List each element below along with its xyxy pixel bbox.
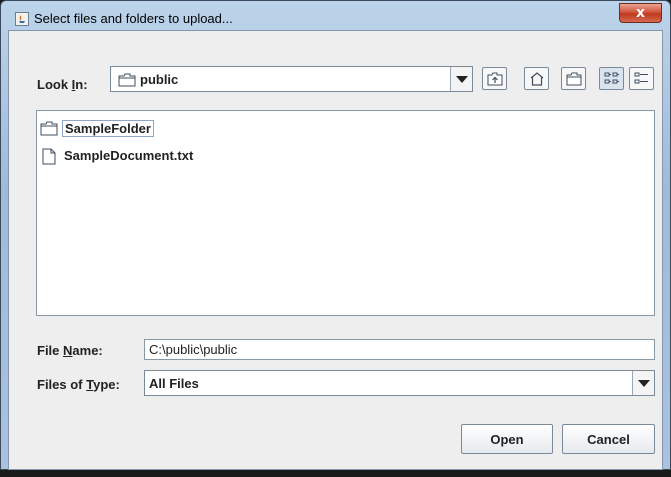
open-button[interactable]: Open <box>461 424 553 454</box>
file-list[interactable]: SampleFolder SampleDocument.txt <box>36 110 655 316</box>
file-type-label: Files of Type: <box>37 377 120 392</box>
look-in-value: public <box>140 72 179 87</box>
list-item-label: SampleDocument.txt <box>64 148 194 163</box>
file-name-label: File Name: <box>37 343 103 358</box>
look-in-combo[interactable]: public <box>110 66 473 92</box>
chevron-down-icon <box>456 76 468 83</box>
details-view-icon <box>634 72 648 84</box>
cancel-button[interactable]: Cancel <box>562 424 655 454</box>
java-app-icon <box>15 12 29 26</box>
file-type-dropdown-button[interactable] <box>632 371 654 395</box>
look-in-label: Look In: <box>37 77 88 92</box>
file-icon <box>40 148 58 170</box>
new-folder-button[interactable] <box>561 67 586 90</box>
folder-icon <box>40 121 58 141</box>
folder-icon <box>118 73 136 92</box>
look-in-dropdown-button[interactable] <box>450 67 472 91</box>
file-name-input[interactable]: C:\public\public <box>144 339 655 360</box>
home-icon <box>530 72 544 86</box>
home-button[interactable] <box>524 67 549 90</box>
close-icon: x <box>635 5 646 21</box>
list-view-icon <box>604 72 619 84</box>
close-button[interactable]: x <box>619 3 662 23</box>
details-view-button[interactable] <box>629 67 654 90</box>
file-type-combo[interactable]: All Files <box>144 370 655 396</box>
file-type-value: All Files <box>149 376 199 391</box>
new-folder-icon <box>566 72 582 86</box>
chevron-down-icon <box>638 380 650 387</box>
window-title: Select files and folders to upload... <box>34 11 233 26</box>
up-one-level-button[interactable] <box>482 67 507 90</box>
up-one-level-icon <box>487 72 503 86</box>
list-view-button[interactable] <box>599 67 624 90</box>
list-item-label: SampleFolder <box>62 120 154 137</box>
